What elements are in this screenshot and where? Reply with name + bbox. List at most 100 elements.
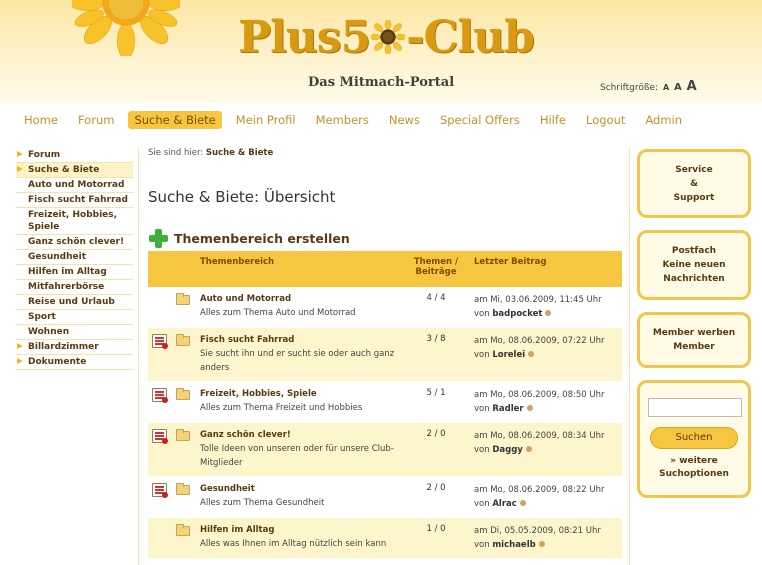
service-line[interactable]: Service [640, 163, 748, 177]
last-post-user-link[interactable]: Daggy [492, 445, 523, 455]
header-counts-line1: Themen / [413, 257, 459, 267]
folder-icon [176, 388, 190, 400]
postfach-line[interactable]: Postfach [640, 244, 748, 258]
service-line[interactable]: Support [640, 191, 748, 205]
folder-cell [172, 476, 196, 518]
topic-title-link[interactable]: Fisch sucht Fahrrad [200, 334, 398, 347]
nav-item-suche-biete[interactable]: Suche & Biete [128, 111, 222, 129]
nav-item-special-offers[interactable]: Special Offers [434, 111, 526, 129]
folder-cell [172, 422, 196, 477]
header-new-col [148, 251, 172, 287]
topic-table: Themenbereich Themen / Beiträge Letzter … [148, 251, 622, 559]
plus-icon[interactable] [148, 228, 168, 248]
counts-cell: 5 / 1 [402, 381, 470, 423]
sidebar: Forum Suche & Biete Auto und Motorrad Fisch… [16, 148, 133, 370]
last-post-by: von [474, 404, 490, 414]
last-post-user-link[interactable]: Lorelei [492, 350, 525, 360]
goto-post-icon[interactable] [526, 405, 533, 411]
nav-item-home[interactable]: Home [18, 111, 64, 129]
breadcrumb-current[interactable]: Suche & Biete [206, 148, 273, 158]
goto-post-icon[interactable] [528, 351, 535, 357]
font-size-small[interactable]: A [663, 83, 669, 92]
breadcrumb: Sie sind hier: Suche & Biete [148, 148, 622, 158]
last-post-date: am Mi, 03.06.2009, 11:45 Uhr [474, 295, 602, 305]
last-post-user-link[interactable]: Radler [492, 404, 523, 414]
more-line[interactable]: » weitere [648, 455, 740, 468]
last-post-user-link[interactable]: michaelb [492, 540, 535, 550]
new-posts-icon [152, 429, 168, 444]
topic-title-link[interactable]: Gesundheit [200, 483, 398, 496]
sidebar-item[interactable]: Ganz schön clever! [16, 235, 133, 250]
folder-icon [176, 483, 190, 495]
divider [138, 148, 139, 565]
search-box: Suchen » weitere Suchoptionen [637, 380, 751, 498]
goto-post-icon[interactable] [525, 446, 532, 452]
folder-cell [172, 327, 196, 382]
last-post-author-line: von Alrac [474, 497, 618, 511]
table-row: Freizeit, Hobbies, Spiele Alles zum Thema… [148, 381, 622, 423]
create-topic-button[interactable]: Themenbereich erstellen [148, 228, 622, 248]
nav-item-admin[interactable]: Admin [639, 111, 688, 129]
font-size-large[interactable]: A [687, 79, 697, 94]
goto-post-icon[interactable] [545, 310, 552, 316]
sidebar-item[interactable]: Auto und Motorrad [16, 178, 133, 193]
goto-post-icon[interactable] [538, 541, 545, 547]
last-post-date: am Di, 05.05.2009, 08:21 Uhr [474, 526, 601, 536]
sidebar-item[interactable]: Mitfahrerbörse [16, 280, 133, 295]
sidebar-item[interactable]: Wohnen [16, 325, 133, 340]
breadcrumb-prefix: Sie sind hier: [148, 148, 204, 158]
member-line[interactable]: Member werben [640, 326, 748, 340]
folder-cell [172, 517, 196, 559]
search-input[interactable] [648, 397, 742, 417]
more-line[interactable]: Suchoptionen [648, 468, 740, 481]
nav-item-news[interactable]: News [383, 111, 426, 129]
last-post-user-link[interactable]: badpocket [492, 309, 542, 319]
last-post-by: von [474, 499, 490, 509]
more-search-options-link[interactable]: » weitere Suchoptionen [648, 455, 740, 481]
last-post-by: von [474, 445, 490, 455]
nav-item-members[interactable]: Members [310, 111, 375, 129]
topic-cell: Fisch sucht Fahrrad Sie sucht ihn und er … [196, 327, 402, 382]
font-size-medium[interactable]: A [674, 82, 682, 93]
postfach-box[interactable]: Postfach Keine neuen Nachrichten [637, 230, 751, 300]
counts-cell: 2 / 0 [402, 476, 470, 518]
counts-cell: 4 / 4 [402, 287, 470, 328]
last-post-date: am Mo, 08.06.2009, 07:22 Uhr [474, 336, 605, 346]
nav-item-forum[interactable]: Forum [72, 111, 120, 129]
sidebar-item[interactable]: Freizeit, Hobbies, Spiele [16, 208, 133, 235]
site-logo[interactable]: Plus5 -Club [238, 10, 535, 66]
last-post-date: am Mo, 08.06.2009, 08:22 Uhr [474, 485, 605, 495]
topic-title-link[interactable]: Ganz schön clever! [200, 429, 398, 442]
sidebar-item[interactable]: Fisch sucht Fahrrad [16, 193, 133, 208]
member-werben-box[interactable]: Member werben Member [637, 312, 751, 368]
last-post-user-link[interactable]: Alrac [492, 499, 516, 509]
last-post-author-line: von michaelb [474, 538, 618, 552]
logo-sun-icon [371, 20, 406, 54]
sidebar-item[interactable]: Hilfen im Alltag [16, 265, 133, 280]
topic-cell: Gesundheit Alles zum Thema Gesundheit [196, 476, 402, 518]
table-header-row: Themenbereich Themen / Beiträge Letzter … [148, 251, 622, 287]
sidebar-item[interactable]: Reise und Urlaub [16, 295, 133, 310]
sidebar-item[interactable]: Dokumente [16, 355, 133, 370]
service-line[interactable]: & [640, 177, 748, 191]
sidebar-item[interactable]: Sport [16, 310, 133, 325]
service-support-box[interactable]: Service & Support [637, 149, 751, 218]
goto-post-icon[interactable] [519, 500, 526, 506]
sidebar-item[interactable]: Forum [16, 148, 133, 163]
nav-item-mein-profil[interactable]: Mein Profil [230, 111, 302, 129]
topic-title-link[interactable]: Auto und Motorrad [200, 293, 398, 306]
create-topic-label[interactable]: Themenbereich erstellen [174, 231, 350, 246]
search-button[interactable]: Suchen [650, 426, 738, 449]
sidebar-item[interactable]: Suche & Biete [16, 163, 133, 178]
topic-title-link[interactable]: Freizeit, Hobbies, Spiele [200, 388, 398, 401]
last-post-author-line: von Radler [474, 402, 618, 416]
sunflower-icon [72, 0, 180, 56]
nav-item-logout[interactable]: Logout [580, 111, 631, 129]
header-counts: Themen / Beiträge [402, 251, 470, 287]
sidebar-item[interactable]: Gesundheit [16, 250, 133, 265]
sidebar-item[interactable]: Billardzimmer [16, 340, 133, 355]
member-line[interactable]: Member [640, 340, 748, 354]
topic-title-link[interactable]: Hilfen im Alltag [200, 524, 398, 537]
nav-item-hilfe[interactable]: Hilfe [534, 111, 572, 129]
postfach-line: Nachrichten [663, 274, 725, 284]
